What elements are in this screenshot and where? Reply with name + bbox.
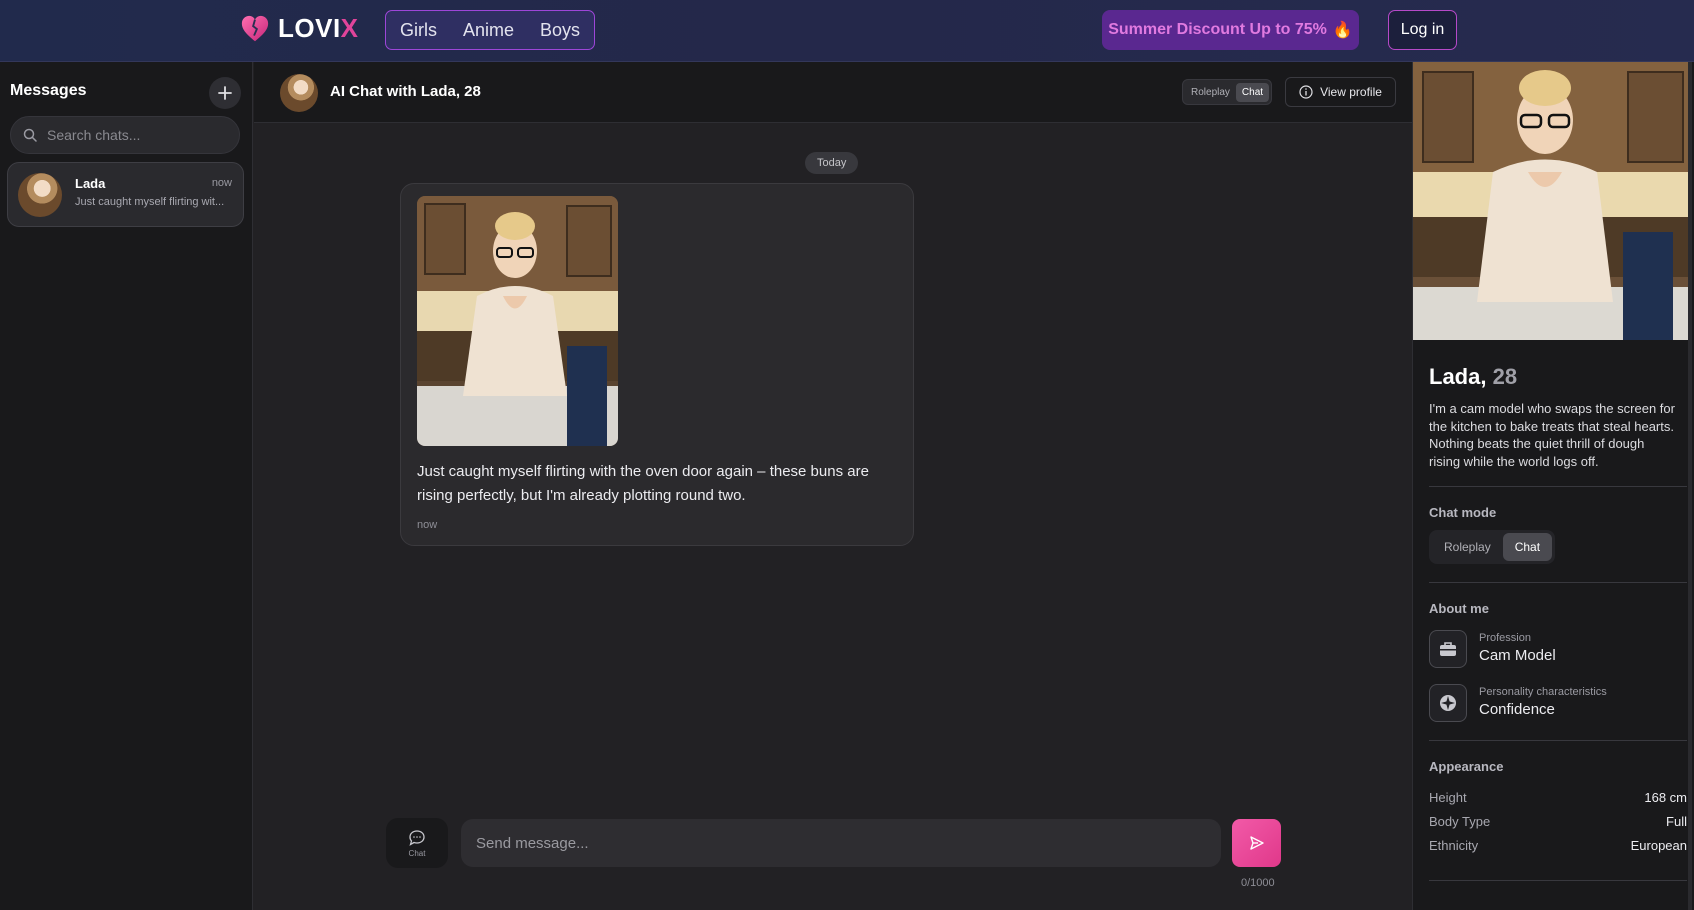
appearance-key: Ethnicity [1429,838,1479,853]
divider [1429,880,1687,881]
messages-sidebar: Messages Lada now Just caught myself fli… [0,62,253,910]
profile-bio: I'm a cam model who swaps the screen for… [1429,401,1675,469]
info-icon [1299,85,1313,99]
avatar [18,173,62,217]
profile-mode-chat[interactable]: Chat [1502,533,1553,561]
profile-panel: Lada, 28 I'm a cam model who swaps the s… [1412,62,1694,910]
top-bar: LOVIX Girls Anime Boys Summer Discount U… [0,0,1694,62]
chat-bubble-icon [409,829,425,846]
composer-mode-label: Chat [408,848,426,858]
chat-mode-toggle: Roleplay Chat [1182,79,1273,105]
compass-icon [1429,684,1467,722]
divider [1429,740,1687,741]
plus-icon [218,86,232,100]
date-separator: Today [805,152,859,174]
profile-photo[interactable] [1413,62,1691,340]
nav-girls[interactable]: Girls [400,20,437,41]
appearance-value: Full [1666,814,1687,829]
avatar[interactable] [280,74,318,112]
login-button[interactable]: Log in [1388,10,1457,50]
summer-discount-button[interactable]: Summer Discount Up to 75% 🔥 [1102,10,1359,50]
about-value: Cam Model [1479,647,1556,664]
appearance-value: European [1630,838,1687,853]
profile-scrollbar[interactable] [1688,62,1692,910]
divider [1429,582,1687,583]
logo-text: LOVIX [278,13,359,43]
appearance-row: Body Type Full [1429,814,1687,829]
about-personality: Personality characteristics Confidence [1429,684,1687,724]
message-photo[interactable] [417,196,618,446]
kitchen-portrait-image [417,196,618,446]
fire-icon: 🔥 [1332,22,1353,39]
search-input[interactable] [47,127,217,143]
about-profession: Profession Cam Model [1429,630,1687,670]
appearance-row: Height 168 cm [1429,790,1687,805]
appearance-key: Body Type [1429,814,1491,829]
logo[interactable]: LOVIX [240,13,359,44]
chat-title: AI Chat with Lada, 28 [330,83,481,100]
search-icon [23,128,37,142]
char-counter: 0/1000 [1241,877,1275,889]
nav-boys[interactable]: Boys [540,20,580,41]
nav-anime[interactable]: Anime [463,20,514,41]
profile-portrait-image [1413,62,1691,340]
view-profile-button[interactable]: View profile [1285,77,1396,107]
appearance-row: Ethnicity European [1429,838,1687,853]
about-label: Personality characteristics [1479,686,1607,698]
divider [1429,486,1687,487]
message-text: Just caught myself flirting with the ove… [417,463,869,504]
composer-mode-button[interactable]: Chat [386,818,448,868]
send-icon [1249,836,1264,850]
profile-mode-roleplay[interactable]: Roleplay [1432,533,1503,561]
mode-chat[interactable]: Chat [1235,82,1270,102]
profile-mode-toggle: Roleplay Chat [1429,530,1556,564]
message-bubble: Just caught myself flirting with the ove… [400,183,914,546]
promo-label: Summer Discount Up to 75% [1108,21,1327,38]
message-input[interactable] [461,819,1221,867]
search-chats [10,116,240,154]
chat-mode-title: Chat mode [1429,505,1497,520]
profile-name: Lada, 28 [1429,364,1518,389]
appearance-title: Appearance [1429,759,1504,774]
appearance-key: Height [1429,790,1467,805]
heart-logo-icon [241,15,269,41]
briefcase-icon [1429,630,1467,668]
about-value: Confidence [1479,701,1555,718]
chat-header: AI Chat with Lada, 28 Roleplay Chat View… [254,62,1412,123]
send-button[interactable] [1232,819,1281,867]
about-label: Profession [1479,632,1531,644]
about-me-title: About me [1429,601,1489,616]
view-profile-label: View profile [1320,85,1382,99]
message-time: now [417,519,438,531]
chat-time: now [211,177,232,189]
chat-list-item[interactable]: Lada now Just caught myself flirting wit… [7,162,244,227]
new-chat-button[interactable] [209,77,241,109]
category-nav: Girls Anime Boys [385,10,596,50]
sidebar-title: Messages [10,82,87,99]
chat-name: Lada [75,176,106,191]
appearance-value: 168 cm [1644,790,1687,805]
mode-roleplay[interactable]: Roleplay [1185,83,1236,102]
chat-preview: Just caught myself flirting wit... [75,196,225,208]
